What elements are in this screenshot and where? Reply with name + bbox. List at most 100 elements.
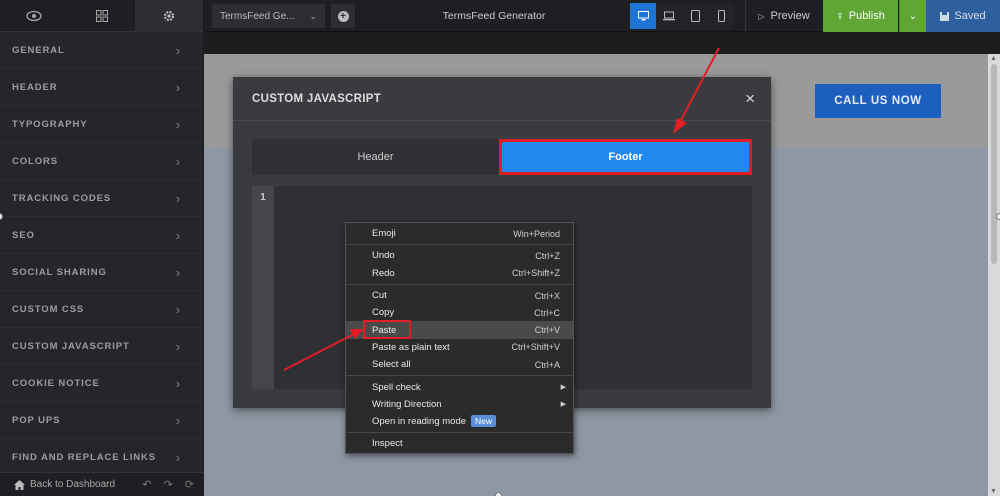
sidebar: GENERAL › HEADER › TYPOGRAPHY › COLORS › TRA…: [0, 0, 204, 496]
sidebar-item-label: GENERAL: [12, 44, 65, 56]
scroll-down-icon[interactable]: ▼: [990, 488, 997, 495]
tab-header[interactable]: Header: [252, 139, 499, 175]
play-icon: ▷: [758, 11, 765, 21]
menu-item-emoji[interactable]: Emoji Win+Period: [346, 225, 573, 242]
scroll-up-icon[interactable]: ▲: [990, 55, 997, 62]
chevron-down-icon: ⌄: [908, 10, 918, 22]
history-icon[interactable]: ⟳: [185, 478, 194, 491]
sidebar-item-colors[interactable]: COLORS ›: [0, 143, 203, 180]
sidebar-item-label: COOKIE NOTICE: [12, 377, 100, 389]
sidebar-item-pop-ups[interactable]: POP UPS ›: [0, 402, 203, 439]
eye-icon: [26, 10, 42, 21]
chevron-down-icon: ⌄: [309, 10, 317, 21]
sidebar-item-label: CUSTOM JAVASCRIPT: [12, 340, 130, 352]
sidebar-toolbar: [0, 0, 204, 32]
menu-item-shortcut: Ctrl+C: [534, 307, 560, 318]
chevron-right-icon: ›: [175, 116, 181, 132]
publish-button[interactable]: ⇪ Publish: [823, 0, 898, 32]
settings-menu: GENERAL › HEADER › TYPOGRAPHY › COLORS › TRA…: [0, 32, 203, 476]
call-us-now-button[interactable]: CALL US NOW: [815, 84, 941, 118]
scrollbar-thumb[interactable]: [991, 64, 997, 264]
sidebar-item-custom-javascript[interactable]: CUSTOM JAVASCRIPT ›: [0, 328, 203, 365]
top-toolbar: TermsFeed Ge... ⌄ + TermsFeed Generator …: [204, 0, 1000, 32]
menu-separator: [346, 432, 573, 434]
add-site-button[interactable]: +: [331, 4, 355, 28]
resize-handle-right[interactable]: [996, 213, 1000, 220]
menu-item-redo[interactable]: Redo Ctrl+Shift+Z: [346, 265, 573, 282]
sidebar-item-general[interactable]: GENERAL ›: [0, 32, 203, 69]
sidebar-item-tracking-codes[interactable]: TRACKING CODES ›: [0, 180, 203, 217]
sidebar-item-label: CUSTOM CSS: [12, 303, 85, 315]
menu-item-label: Inspect: [372, 438, 403, 450]
menu-item-paste-plain-text[interactable]: Paste as plain text Ctrl+Shift+V: [346, 339, 573, 356]
eye-tab[interactable]: [0, 0, 68, 31]
tab-footer[interactable]: Footer: [499, 139, 752, 175]
site-select-dropdown[interactable]: TermsFeed Ge... ⌄: [212, 4, 325, 28]
close-icon[interactable]: ×: [745, 90, 755, 107]
menu-item-paste[interactable]: Paste Ctrl+V: [346, 320, 573, 340]
sidebar-item-cookie-notice[interactable]: COOKIE NOTICE ›: [0, 365, 203, 402]
chevron-right-icon: ›: [175, 153, 181, 169]
menu-item-writing-direction[interactable]: Writing Direction ▶: [346, 396, 573, 413]
preview-button[interactable]: ▷ Preview: [745, 0, 822, 32]
sidebar-item-social-sharing[interactable]: SOCIAL SHARING ›: [0, 254, 203, 291]
grid-tab[interactable]: [68, 0, 136, 31]
undo-icon[interactable]: ↶: [142, 478, 151, 491]
canvas-gap: [204, 32, 1000, 54]
laptop-icon: [663, 11, 675, 21]
saved-label: Saved: [954, 10, 986, 22]
publish-options-button[interactable]: ⌄: [899, 0, 926, 32]
menu-item-reading-mode[interactable]: Open in reading mode New: [346, 413, 573, 430]
submenu-arrow-icon: ▶: [560, 401, 566, 409]
menu-item-spell-check[interactable]: Spell check ▶: [346, 378, 573, 395]
chevron-right-icon: ›: [175, 338, 181, 354]
menu-item-label: Redo: [372, 267, 395, 279]
menu-separator: [346, 244, 573, 246]
page-title: TermsFeed Generator: [442, 10, 546, 22]
chevron-right-icon: ›: [175, 375, 181, 391]
chevron-right-icon: ›: [175, 79, 181, 95]
saved-button[interactable]: Saved: [926, 0, 1000, 32]
sidebar-item-header[interactable]: HEADER ›: [0, 69, 203, 106]
sidebar-item-seo[interactable]: SEO ›: [0, 217, 203, 254]
menu-item-label: Copy: [372, 307, 395, 319]
menu-separator: [346, 283, 573, 285]
desktop-icon: [637, 11, 649, 21]
sidebar-item-label: COLORS: [12, 155, 59, 167]
menu-item-label: Spell check: [372, 381, 421, 393]
code-location-tabs: Header Footer: [252, 139, 752, 175]
menu-item-select-all[interactable]: Select all Ctrl+A: [346, 356, 573, 373]
redo-icon[interactable]: ↷: [164, 478, 173, 491]
menu-item-copy[interactable]: Copy Ctrl+C: [346, 304, 573, 321]
mobile-view-button[interactable]: [708, 3, 734, 29]
mobile-icon: [717, 10, 725, 22]
new-badge: New: [471, 415, 497, 428]
desktop-view-button[interactable]: [630, 3, 656, 29]
sidebar-item-find-and-replace-links[interactable]: FIND AND REPLACE LINKS ›: [0, 439, 203, 476]
menu-item-shortcut: Ctrl+Shift+Z: [511, 268, 560, 279]
sidebar-footer: Back to Dashboard ↶ ↷ ⟳: [0, 472, 204, 496]
chevron-right-icon: ›: [175, 449, 181, 465]
sidebar-item-label: HEADER: [12, 81, 58, 93]
sidebar-item-typography[interactable]: TYPOGRAPHY ›: [0, 106, 203, 143]
menu-item-inspect[interactable]: Inspect: [346, 435, 573, 452]
menu-item-undo[interactable]: Undo Ctrl+Z: [346, 247, 573, 264]
sidebar-item-label: TRACKING CODES: [12, 192, 112, 204]
tablet-view-button[interactable]: [682, 3, 708, 29]
settings-tab[interactable]: [135, 0, 204, 31]
laptop-view-button[interactable]: [656, 3, 682, 29]
resize-handle-bottom[interactable]: [495, 492, 502, 496]
preview-scrollbar[interactable]: ▲ ▼: [988, 54, 1000, 496]
menu-item-shortcut: Ctrl+Z: [535, 250, 560, 261]
sidebar-item-custom-css[interactable]: CUSTOM CSS ›: [0, 291, 203, 328]
plus-icon: +: [337, 10, 349, 22]
chevron-right-icon: ›: [175, 227, 181, 243]
chevron-right-icon: ›: [175, 301, 181, 317]
menu-item-cut[interactable]: Cut Ctrl+X: [346, 287, 573, 304]
sidebar-item-label: FIND AND REPLACE LINKS: [12, 451, 157, 463]
chevron-right-icon: ›: [175, 412, 181, 428]
back-to-dashboard-link[interactable]: Back to Dashboard: [14, 479, 130, 490]
sidebar-item-label: SOCIAL SHARING: [12, 266, 107, 278]
paste-highlight-box: [363, 320, 411, 340]
upload-icon: ⇪: [836, 10, 844, 21]
